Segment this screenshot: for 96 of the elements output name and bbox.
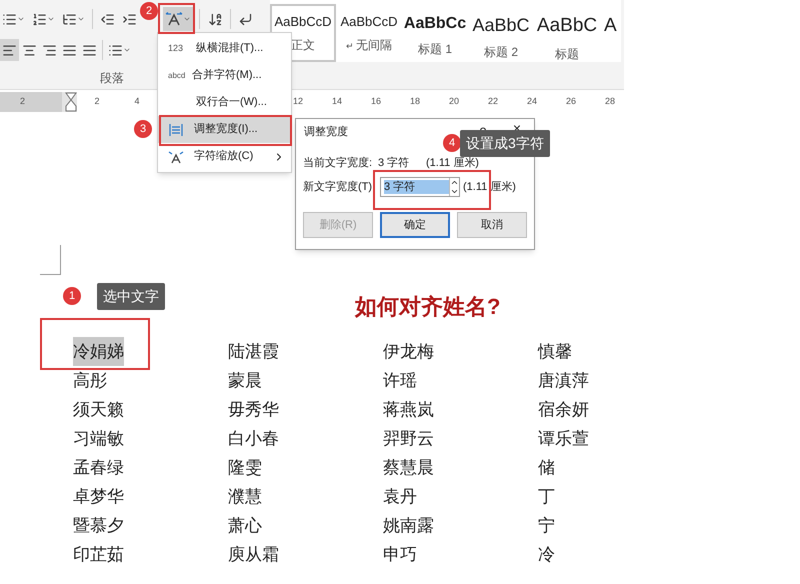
spin-down-icon[interactable] — [450, 187, 459, 196]
name-text: 宁 — [538, 515, 555, 537]
name-text: 冷娟娣 — [73, 337, 124, 366]
ruler-number: 18 — [410, 96, 420, 106]
field-value: (1.11 厘米) — [463, 180, 516, 195]
name-text: 陆湛霞 — [228, 341, 279, 363]
ruler-number: 14 — [332, 96, 342, 106]
style-item[interactable]: A — [600, 4, 621, 62]
ruler-number: 12 — [293, 96, 304, 106]
field-label: 当前文字宽度: — [303, 156, 374, 171]
name-text: 申巧 — [383, 544, 417, 566]
name-text: 须天籁 — [73, 399, 124, 421]
page-corner-mark — [40, 245, 61, 275]
group-label: 段落 — [100, 70, 124, 87]
highlight-frame — [158, 3, 195, 34]
dialog-title: 调整宽度 — [304, 124, 349, 140]
vertical-text-icon: 123 — [168, 42, 186, 56]
name-text: 卓梦华 — [73, 486, 124, 508]
name-text: 储 — [538, 457, 555, 479]
name-text: 高彤 — [73, 370, 107, 392]
line-spacing-icon — [108, 42, 123, 58]
spin-up-icon[interactable] — [450, 178, 459, 187]
bullet-list-icon — [2, 12, 17, 26]
menu-item[interactable]: 字符缩放(C) — [158, 143, 291, 170]
name-text: 伊龙梅 — [383, 341, 434, 363]
tooltip: 选中文字 — [97, 283, 165, 310]
style-item[interactable]: AaBbCcD ↵ 无间隔 — [336, 4, 402, 62]
ruler-number: 24 — [527, 96, 538, 106]
name-text: 蔡慧晨 — [383, 457, 434, 479]
name-text: 庾从霜 — [228, 544, 279, 566]
decrease-indent-icon — [100, 12, 115, 26]
multilevel-list-icon — [62, 12, 77, 26]
field-value: (1.11 厘米) — [426, 156, 479, 171]
align-left-button[interactable] — [0, 39, 19, 61]
name-text: 宿余妍 — [538, 399, 589, 421]
dialog-button[interactable]: 取消 — [457, 212, 527, 238]
name-text: 许瑶 — [383, 370, 417, 392]
caret-icon — [17, 15, 25, 23]
justify-icon — [62, 42, 77, 58]
step-badge: 1 — [63, 287, 81, 305]
menu-item[interactable]: 双行合一(W)... — [158, 89, 291, 116]
ruler-number: 20 — [449, 96, 460, 106]
caret-icon — [183, 15, 191, 23]
name-text: 萧心 — [228, 515, 262, 537]
name-text: 毋秀华 — [228, 399, 279, 421]
name-text: 唐滇萍 — [538, 370, 589, 392]
name-text: 濮慧 — [228, 486, 262, 508]
increase-indent-icon — [122, 12, 137, 26]
name-text: 白小春 — [228, 428, 279, 450]
field-label: 新文字宽度(T) — [303, 180, 374, 195]
name-text: 孟春绿 — [73, 457, 124, 479]
step-badge: 3 — [134, 120, 152, 138]
sort-icon — [208, 12, 223, 26]
caret-icon — [47, 15, 55, 23]
style-item[interactable]: AaBbC 标题 — [534, 4, 600, 62]
menu-item[interactable]: abcd 合并字符(M)... — [158, 62, 291, 89]
name-text: 蒙晨 — [228, 370, 262, 392]
ruler-number: 16 — [371, 96, 382, 106]
name-text: 丁 — [538, 486, 555, 508]
numbered-list-icon — [32, 12, 47, 26]
align-right-icon — [42, 42, 57, 58]
ruler-number: 22 — [488, 96, 498, 106]
ruler-number: 2 — [20, 95, 26, 108]
tooltip: 设置成3字符 — [460, 130, 550, 157]
name-text: 羿野云 — [383, 428, 434, 450]
distribute-icon — [82, 42, 97, 58]
ruler-number: 28 — [605, 96, 616, 106]
name-text: 蒋燕岚 — [383, 399, 434, 421]
name-text: 习端敏 — [73, 428, 124, 450]
name-text: 谭乐萱 — [538, 428, 589, 450]
name-text: 慎馨 — [538, 341, 572, 363]
return-arrow-icon — [238, 12, 253, 26]
name-text: 印芷茹 — [73, 544, 124, 566]
caret-icon — [123, 46, 131, 54]
style-item[interactable]: AaBbC 标题 2 — [468, 4, 534, 62]
name-text: 隆雯 — [228, 457, 262, 479]
ruler-number: 2 — [93, 95, 100, 108]
name-text: 冷 — [538, 544, 555, 566]
text-direction-button[interactable] — [163, 7, 193, 31]
name-text: 姚南露 — [383, 515, 434, 537]
width-spin-field[interactable]: 3 字符 — [380, 177, 460, 197]
align-center-icon — [22, 42, 37, 58]
ruler-number: 4 — [133, 95, 140, 108]
menu-item[interactable]: 调整宽度(I)... — [158, 116, 291, 143]
width-icon — [168, 122, 184, 136]
dialog-button[interactable]: 确定 — [380, 212, 450, 238]
name-text: 暨慕夕 — [73, 515, 124, 537]
field-value: 3 字符 — [378, 156, 410, 171]
caret-icon — [77, 15, 85, 23]
document-title: 如何对齐姓名? — [355, 293, 502, 321]
name-text: 袁丹 — [383, 486, 417, 508]
text-direction-icon — [165, 11, 183, 27]
ruler-number: 26 — [566, 96, 576, 106]
character-scale-icon — [168, 150, 184, 164]
style-item[interactable]: AaBbCc 标题 1 — [402, 4, 468, 62]
align-left-icon — [2, 42, 17, 58]
